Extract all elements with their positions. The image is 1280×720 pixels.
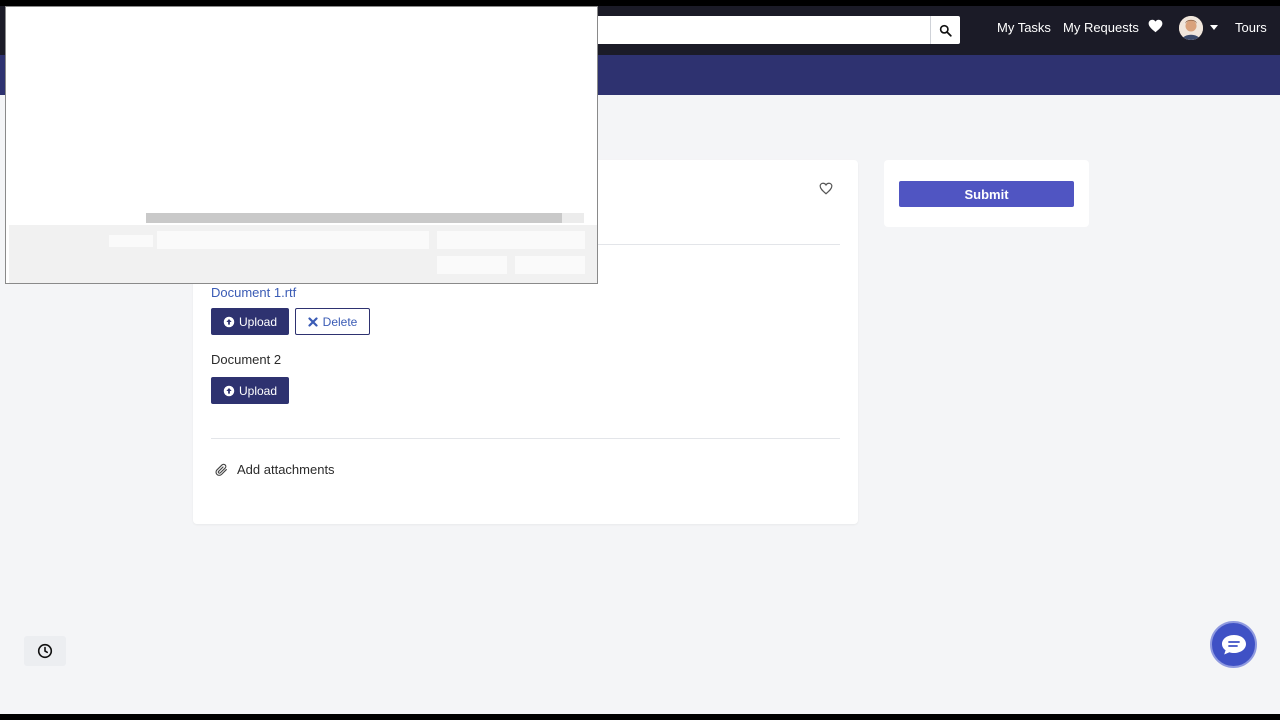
global-search	[560, 16, 960, 44]
submit-button[interactable]: Submit	[899, 181, 1074, 207]
actions-card: Submit	[884, 160, 1089, 227]
search-input[interactable]	[560, 16, 930, 44]
search-icon	[939, 24, 952, 37]
app-viewport: My Tasks My Requests Tours Document 1.rt…	[0, 6, 1280, 714]
delete-label: Delete	[322, 314, 358, 329]
nav-my-requests[interactable]: My Requests	[1063, 20, 1139, 35]
skeleton-bar-end	[562, 213, 584, 223]
section-divider-bottom	[211, 438, 840, 439]
paperclip-icon	[215, 463, 227, 476]
add-attachments-button[interactable]: Add attachments	[215, 462, 335, 477]
favorites-button[interactable]	[1148, 19, 1163, 38]
skeleton-bar	[146, 213, 562, 223]
chat-icon	[1221, 634, 1246, 654]
document-2-upload-button[interactable]: Upload	[211, 377, 289, 404]
loading-overlay-window	[5, 6, 598, 284]
skeleton-block	[157, 231, 429, 249]
skeleton-block	[109, 235, 153, 247]
user-avatar[interactable]	[1179, 16, 1203, 40]
skeleton-block	[515, 256, 585, 274]
add-attachments-label: Add attachments	[237, 462, 335, 477]
chat-button[interactable]	[1210, 621, 1257, 668]
search-button[interactable]	[930, 16, 960, 44]
clock-icon	[37, 643, 53, 659]
skeleton-block	[437, 256, 507, 274]
nav-tours[interactable]: Tours	[1235, 20, 1267, 35]
upload-circle-icon	[223, 316, 235, 327]
heart-outline-icon	[819, 182, 833, 195]
skeleton-panel	[9, 225, 597, 283]
user-menu-chevron-down-icon[interactable]	[1210, 25, 1218, 30]
nav-my-tasks[interactable]: My Tasks	[997, 20, 1051, 35]
document-2-label: Document 2	[211, 352, 282, 367]
skeleton-block	[437, 231, 585, 249]
heart-icon	[1148, 19, 1163, 33]
close-icon	[308, 316, 318, 327]
document-1-link[interactable]: Document 1.rtf	[211, 285, 296, 300]
document-1-delete-button[interactable]: Delete	[295, 308, 370, 335]
favorite-request-button[interactable]	[819, 182, 833, 200]
upload-circle-icon	[223, 385, 235, 396]
history-button[interactable]	[24, 636, 66, 666]
upload-label: Upload	[238, 314, 278, 329]
upload-label: Upload	[238, 383, 278, 398]
document-1-upload-button[interactable]: Upload	[211, 308, 289, 335]
